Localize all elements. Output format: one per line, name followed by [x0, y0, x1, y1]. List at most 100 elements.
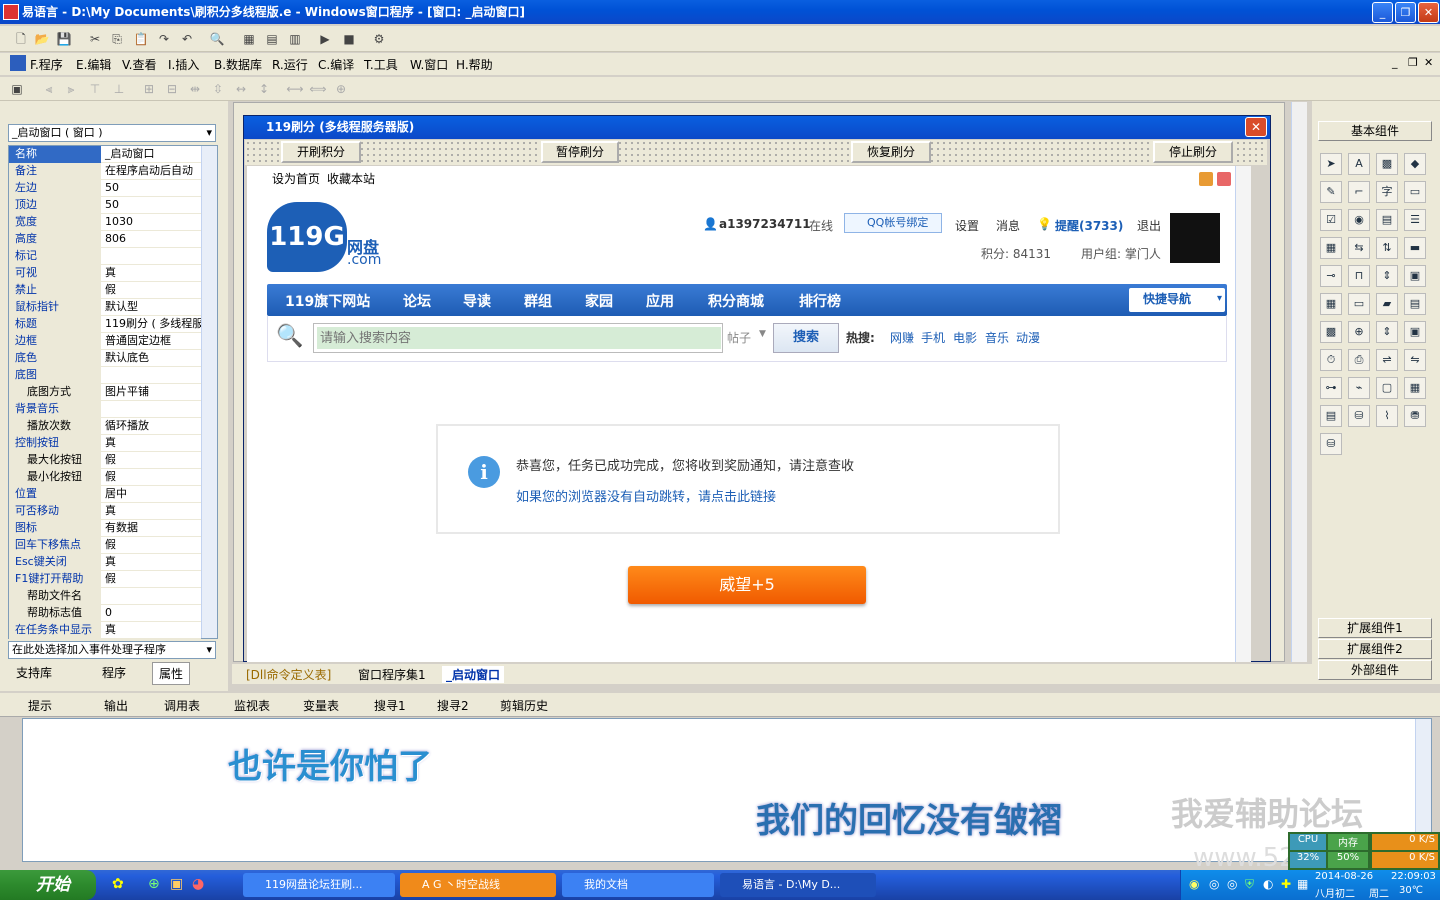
label-icon[interactable]: A: [1348, 153, 1370, 175]
paste-icon[interactable]: 📋: [132, 30, 150, 48]
property-value[interactable]: 普通固定边框: [103, 333, 201, 350]
color-picker-icon[interactable]: ▩: [1320, 321, 1342, 343]
property-row[interactable]: 在任务条中显示真: [9, 622, 201, 639]
property-value[interactable]: 1030: [103, 214, 201, 231]
taskbar-item[interactable]: A G 丶时空战线: [400, 873, 556, 897]
nav-groups[interactable]: 群组: [524, 291, 552, 311]
menu-run[interactable]: R.运行: [272, 56, 308, 73]
printer-icon[interactable]: ⎙: [1348, 349, 1370, 371]
property-value[interactable]: 有数据: [103, 520, 201, 537]
search-button[interactable]: 搜索: [773, 323, 839, 353]
property-row[interactable]: 图标 有数据: [9, 520, 201, 537]
property-row[interactable]: 顶边 50: [9, 197, 201, 214]
property-value[interactable]: 真: [103, 265, 201, 282]
layout1-icon[interactable]: ▦: [240, 30, 258, 48]
property-row[interactable]: 位置 居中: [9, 486, 201, 503]
nav-ranking[interactable]: 排行榜: [799, 291, 841, 311]
property-value[interactable]: 119刷分 ( 多线程服: [103, 316, 201, 333]
stop-icon[interactable]: ■: [340, 30, 358, 48]
username-link[interactable]: a1397234711: [719, 217, 811, 231]
tray-icon[interactable]: ✚: [1281, 877, 1291, 891]
layout3-icon[interactable]: ▥: [286, 30, 304, 48]
open-file-icon[interactable]: 📂: [33, 30, 51, 48]
property-row[interactable]: 鼠标指针 默认型: [9, 299, 201, 316]
property-row[interactable]: 底色 默认底色: [9, 350, 201, 367]
copy-icon[interactable]: ⎘: [108, 30, 126, 48]
nav-apps[interactable]: 应用: [646, 291, 674, 311]
size-h-icon[interactable]: ⟺: [309, 80, 327, 98]
editbox-icon[interactable]: ✎: [1320, 181, 1342, 203]
property-value[interactable]: 假: [103, 282, 201, 299]
outer-components-tab[interactable]: 外部组件: [1318, 660, 1432, 680]
property-row[interactable]: 可否移动真: [9, 503, 201, 520]
property-value[interactable]: 循环播放: [103, 418, 201, 435]
progress-icon[interactable]: ▬: [1404, 237, 1426, 259]
tab-hint[interactable]: 提示: [28, 697, 52, 714]
hot-item[interactable]: 电影: [953, 329, 977, 346]
form-close-icon[interactable]: ✕: [1245, 117, 1267, 137]
avatar[interactable]: [1170, 213, 1220, 263]
odbc-provider-icon[interactable]: ⛁: [1320, 433, 1342, 455]
same-width-icon[interactable]: ↔: [232, 80, 250, 98]
property-value[interactable]: 真: [103, 435, 201, 452]
property-value[interactable]: 真: [103, 622, 201, 639]
updown-icon[interactable]: ⇕: [1376, 265, 1398, 287]
debug-icon[interactable]: ⚙: [370, 30, 388, 48]
menu-insert[interactable]: I.插入: [168, 56, 199, 73]
quicklaunch-icon[interactable]: ▣: [170, 876, 183, 892]
quick-nav-button[interactable]: 快捷导航 ▾: [1129, 288, 1225, 312]
property-value[interactable]: [103, 248, 201, 265]
picture-icon[interactable]: ▩: [1376, 153, 1398, 175]
tab-clip-history[interactable]: 剪辑历史: [500, 697, 548, 714]
tab-startup-window[interactable]: _启动窗口: [442, 666, 505, 683]
settings-link[interactable]: 设置: [955, 217, 979, 234]
tray-time[interactable]: 22:09:03: [1391, 871, 1436, 882]
frame-icon[interactable]: ▢: [1376, 377, 1398, 399]
form-icon[interactable]: ▣: [8, 80, 26, 98]
tab-program[interactable]: 程序: [96, 662, 132, 683]
logout-link[interactable]: 退出: [1137, 217, 1161, 234]
tab-variables[interactable]: 变量表: [303, 697, 339, 714]
center-v-icon[interactable]: ⊟: [163, 80, 181, 98]
property-row[interactable]: Esc键关闭真: [9, 554, 201, 571]
menu-program[interactable]: F.程序: [30, 56, 63, 73]
property-value[interactable]: 居中: [103, 486, 201, 503]
tray-icon[interactable]: ◎: [1227, 877, 1237, 891]
port-icon[interactable]: ⊶: [1320, 377, 1342, 399]
datagrid-icon[interactable]: ▦: [1404, 377, 1426, 399]
align-bottom-icon[interactable]: ⊥: [110, 80, 128, 98]
hscroll-icon[interactable]: ⇆: [1348, 237, 1370, 259]
property-row[interactable]: 底图方式 图片平铺: [9, 384, 201, 401]
remind-link[interactable]: 提醒(3733): [1055, 217, 1123, 234]
output-pane[interactable]: 也许是你怕了 我们的回忆没有皱褶 我爱辅助论坛 www.52: [22, 718, 1432, 873]
file-icon[interactable]: ▤: [1404, 293, 1426, 315]
property-row[interactable]: 标记: [9, 248, 201, 265]
property-value[interactable]: 0: [103, 605, 201, 622]
tray-icon[interactable]: ◉: [1189, 877, 1199, 891]
property-row[interactable]: 回车下移焦点假: [9, 537, 201, 554]
property-row[interactable]: 宽度 1030: [9, 214, 201, 231]
tab-assembly[interactable]: 窗口程序集1: [358, 666, 426, 683]
menu-view[interactable]: V.查看: [122, 56, 156, 73]
run-icon[interactable]: ▶: [316, 30, 334, 48]
site-logo[interactable]: 119G 网盘 .com: [267, 202, 387, 274]
set-home-link[interactable]: 设为首页: [272, 170, 320, 187]
tab-search2[interactable]: 搜寻2: [437, 697, 469, 714]
property-value[interactable]: [103, 367, 201, 384]
property-value[interactable]: 默认底色: [103, 350, 201, 367]
qq-bind-button[interactable]: QQ帐号绑定: [844, 213, 942, 233]
shield-icon[interactable]: ⛨: [1245, 877, 1254, 892]
property-row[interactable]: 禁止假: [9, 282, 201, 299]
property-row[interactable]: 播放次数 循环播放: [9, 418, 201, 435]
align-top-icon[interactable]: ⊤: [86, 80, 104, 98]
property-row[interactable]: 备注 在程序启动后自动: [9, 163, 201, 180]
db-provider-icon[interactable]: ⛁: [1348, 405, 1370, 427]
web-browser[interactable]: 设为首页 收藏本站 119G 网盘 .com 👤 a1397234711 在线 …: [247, 166, 1251, 662]
pause-button[interactable]: 暂停刷分: [541, 141, 619, 163]
datasource-icon[interactable]: ▤: [1320, 405, 1342, 427]
tab-properties[interactable]: 属性: [152, 662, 191, 685]
shape-icon[interactable]: ◆: [1404, 153, 1426, 175]
slider-icon[interactable]: ⊸: [1320, 265, 1342, 287]
hot-item[interactable]: 动漫: [1016, 329, 1040, 346]
tab-search1[interactable]: 搜寻1: [374, 697, 406, 714]
